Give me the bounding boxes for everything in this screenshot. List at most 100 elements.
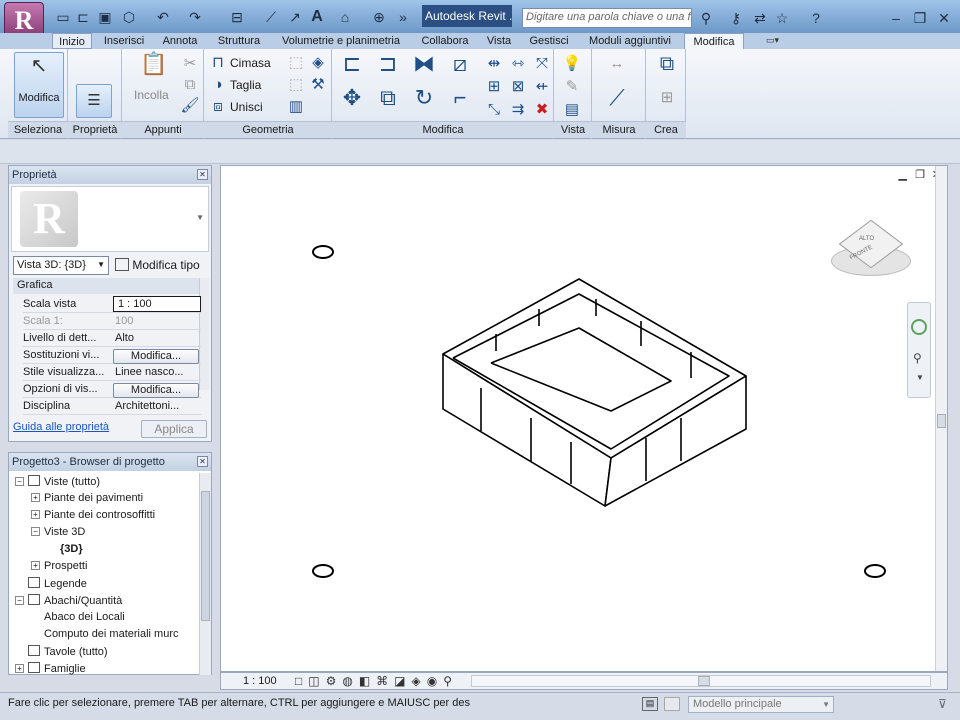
quick-access-more-icon[interactable]: » (394, 8, 412, 26)
measure-between-icon[interactable]: ↔ (600, 54, 634, 74)
section-grafica[interactable]: Grafica (13, 278, 199, 294)
trim-icon[interactable]: ⇉ (508, 100, 528, 120)
paste-icon[interactable]: 📋 (140, 53, 167, 84)
tree-item[interactable]: + Prospetti (31, 560, 87, 572)
view-scale[interactable]: 1 : 100 (243, 675, 277, 687)
exchange-icon[interactable]: ⇄ (750, 8, 770, 28)
paint-icon[interactable]: ◈ (308, 53, 328, 73)
worksets-icon[interactable]: ▤ (642, 697, 658, 711)
align-icon[interactable]: ⊏ (338, 53, 366, 82)
property-row[interactable]: Stile visualizza... Linee nasco... (23, 364, 201, 381)
steering-wheel-icon[interactable] (911, 319, 927, 335)
rotate-icon[interactable]: ↻ (410, 87, 438, 116)
tab-collabora[interactable]: Collabora (414, 33, 476, 49)
tab-modifica[interactable]: Modifica (684, 33, 744, 49)
close-icon[interactable]: ✕ (934, 8, 954, 28)
property-value[interactable]: 1 : 100 (113, 296, 201, 312)
tree-item[interactable]: + Famiglie (15, 662, 86, 675)
tree-item[interactable]: Abaco dei Locali (31, 611, 125, 623)
viewcube[interactable]: ALTO FRONTE (829, 216, 913, 286)
scrollbar-thumb[interactable] (937, 414, 946, 428)
tree-item[interactable]: + Piante dei controsoffitti (31, 509, 155, 521)
cope-label[interactable]: Cimasa (230, 56, 271, 70)
split-element-icon[interactable]: ⇹ (484, 54, 504, 74)
array-icon[interactable]: ⊞ (484, 77, 504, 97)
print-icon[interactable]: ⊟ (228, 8, 246, 26)
hide-element-icon[interactable]: ▤ (562, 100, 582, 120)
browser-scrollbar[interactable] (199, 473, 211, 675)
join-label[interactable]: Unisci (230, 100, 263, 114)
main-model-dropdown[interactable]: Modello principale ▼ (688, 696, 834, 713)
pin-icon[interactable]: ⊠ (508, 77, 528, 97)
aligned-dimension-icon[interactable]: ⟋ (600, 87, 634, 109)
match-properties-icon[interactable]: 🖌 (180, 96, 200, 116)
unpin-icon[interactable]: ⤧ (532, 54, 552, 74)
lightbulb-icon[interactable]: 💡 (562, 54, 582, 74)
split-face-icon[interactable]: ⬚ (286, 75, 306, 95)
tree-item[interactable]: − Viste 3D (31, 526, 85, 538)
tree-item[interactable]: {3D} (47, 543, 83, 555)
cut-icon[interactable]: ✂ (180, 54, 200, 74)
property-row[interactable]: Scala vista 1 : 100 (23, 296, 201, 313)
join-icon[interactable]: ⧈ (208, 97, 228, 117)
tab-inizio[interactable]: Inizio (52, 33, 92, 49)
type-selector-dropdown[interactable]: Vista 3D: {3D} ▼ (13, 256, 109, 275)
collapse-icon[interactable]: − (31, 527, 40, 536)
view-controls-icons[interactable]: □◫⚙◍◧⌘◪◈◉⚲ (295, 674, 458, 688)
tree-item[interactable]: + Piante dei pavimenti (31, 492, 143, 504)
create-group-icon[interactable]: ⧉ (654, 54, 680, 80)
open-icon[interactable]: ⊏ (74, 8, 92, 26)
cut-geometry-label[interactable]: Taglia (230, 78, 261, 92)
sync-icon[interactable]: ⬡ (120, 8, 138, 26)
move-icon[interactable]: ✥ (338, 87, 366, 116)
collapse-icon[interactable]: − (15, 596, 24, 605)
copy-icon[interactable]: ⧉ (180, 75, 200, 95)
expand-icon[interactable]: + (15, 664, 24, 673)
mirror-draw-icon[interactable]: ⧄ (446, 53, 474, 82)
binoculars-icon[interactable]: ⚲ (696, 8, 716, 28)
close-icon[interactable]: ✕ (197, 169, 208, 180)
new-icon[interactable]: ▭ (54, 8, 72, 26)
expand-icon[interactable]: + (31, 493, 40, 502)
view-horizontal-scrollbar[interactable] (471, 675, 931, 687)
minimize-icon[interactable]: – (886, 8, 906, 28)
linework-icon[interactable]: ▥ (286, 97, 306, 117)
delete-icon[interactable]: ✖ (532, 100, 552, 120)
offset-icon[interactable]: ⊐ (374, 53, 402, 82)
properties-button[interactable]: ☰ (76, 84, 112, 118)
edit-button[interactable]: Modifica... (113, 349, 199, 364)
modify-button[interactable]: ↖ Modifica (14, 52, 64, 118)
tree-item[interactable]: − Viste (tutto) (15, 475, 100, 488)
property-row[interactable]: Opzioni di vis... Modifica... (23, 381, 201, 398)
design-options-icon[interactable] (664, 697, 680, 711)
apply-button[interactable]: Applica (141, 420, 207, 438)
split-gap-icon[interactable]: ⇿ (508, 54, 528, 74)
expand-icon[interactable]: + (31, 561, 40, 570)
filter-icon[interactable]: ⊽ (938, 697, 947, 711)
key-icon[interactable]: ⚷ (726, 8, 746, 28)
dimension-icon[interactable]: ↗ (286, 8, 304, 26)
tab-vista[interactable]: Vista (480, 33, 518, 49)
property-row[interactable]: Scala 1: 100 (23, 313, 201, 330)
expand-icon[interactable]: + (31, 510, 40, 519)
text-icon[interactable]: A (308, 8, 326, 26)
scrollbar-thumb[interactable] (201, 491, 210, 621)
property-row[interactable]: Disciplina Architettoni... (23, 398, 201, 415)
switch-windows-icon[interactable]: ⊕ (370, 8, 388, 26)
restore-icon[interactable]: ❐ (910, 8, 930, 28)
property-row[interactable]: Livello di dett... Alto (23, 330, 201, 347)
chevron-down-icon[interactable]: ▼ (916, 373, 924, 382)
tree-item[interactable]: Computo dei materiali murc (31, 628, 179, 640)
help-icon[interactable]: ? (806, 8, 826, 28)
scrollbar-thumb[interactable] (698, 676, 710, 686)
scale-icon[interactable]: ⤡ (484, 100, 504, 120)
extend-icon[interactable]: ⇷ (532, 77, 552, 97)
create-similar-icon[interactable]: ⊞ (654, 88, 680, 114)
tab-volumetrie[interactable]: Volumetrie e planimetria (274, 33, 408, 49)
save-icon[interactable]: ▣ (96, 8, 114, 26)
properties-help-link[interactable]: Guida alle proprietà (13, 421, 109, 433)
edit-button[interactable]: Modifica... (113, 383, 199, 398)
trim-extend-icon[interactable]: ⌐ (446, 87, 474, 116)
property-row[interactable]: Sostituzioni vi... Modifica... (23, 347, 201, 364)
wall-joins-icon[interactable]: ⬚ (286, 53, 306, 73)
